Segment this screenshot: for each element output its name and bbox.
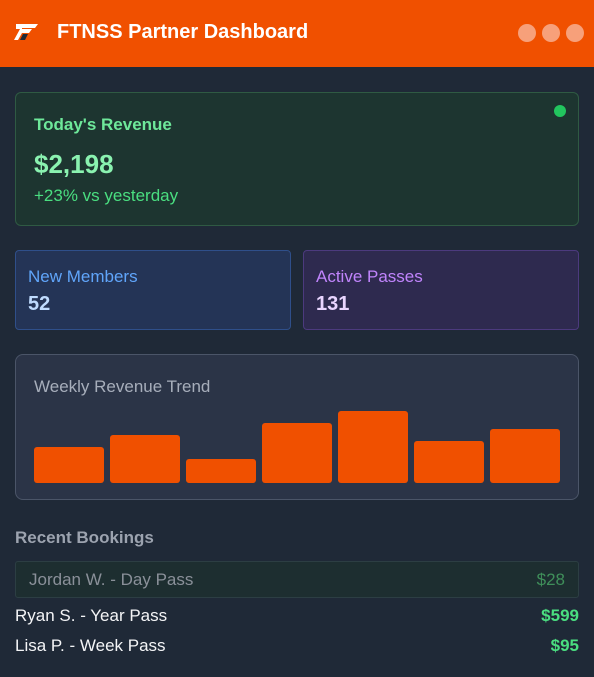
- booking-amount: $95: [550, 636, 579, 655]
- revenue-bar: [110, 435, 180, 483]
- booking-row[interactable]: Ryan S. - Year Pass $599: [15, 603, 579, 629]
- weekly-trend-title: Weekly Revenue Trend: [34, 377, 211, 396]
- new-members-value: 52: [28, 293, 51, 315]
- booking-amount: $599: [541, 606, 579, 625]
- revenue-label: Today's Revenue: [34, 115, 172, 134]
- active-passes-label: Active Passes: [316, 267, 423, 286]
- active-passes-value: 131: [316, 293, 350, 315]
- weekly-trend-card: Weekly Revenue Trend: [15, 354, 579, 500]
- revenue-card: Today's Revenue $2,198 +23% vs yesterday: [15, 92, 579, 226]
- booking-description: Jordan W. - Day Pass: [29, 569, 194, 589]
- booking-description: Ryan S. - Year Pass: [15, 606, 168, 625]
- active-passes-card: Active Passes 131: [303, 250, 579, 330]
- window-controls: [518, 24, 584, 42]
- booking-row[interactable]: Jordan W. - Day Pass $28: [15, 561, 579, 598]
- weekly-revenue-chart: [34, 411, 560, 483]
- recent-bookings-title: Recent Bookings: [15, 528, 154, 547]
- revenue-bar: [262, 423, 332, 483]
- booking-row[interactable]: Lisa P. - Week Pass $95: [15, 633, 579, 659]
- live-status-indicator: [554, 105, 566, 117]
- revenue-value: $2,198: [34, 149, 114, 179]
- app-header: FTNSS Partner Dashboard: [0, 0, 594, 67]
- ftnss-logo-icon: [14, 24, 38, 40]
- revenue-bar: [414, 441, 484, 483]
- booking-amount: $28: [536, 569, 565, 589]
- revenue-delta: +23% vs yesterday: [34, 186, 179, 205]
- new-members-card: New Members 52: [15, 250, 291, 330]
- app-title: FTNSS Partner Dashboard: [57, 21, 309, 43]
- window-close-button[interactable]: [566, 24, 584, 42]
- revenue-bar: [338, 411, 408, 483]
- window-minimize-button[interactable]: [518, 24, 536, 42]
- window-maximize-button[interactable]: [542, 24, 560, 42]
- new-members-label: New Members: [28, 267, 138, 286]
- booking-description: Lisa P. - Week Pass: [15, 636, 166, 655]
- revenue-bar: [34, 447, 104, 483]
- revenue-bar: [186, 459, 256, 483]
- revenue-bar: [490, 429, 560, 483]
